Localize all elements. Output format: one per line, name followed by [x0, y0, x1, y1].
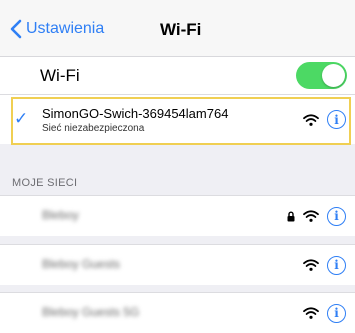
list-item[interactable]: Bleboy i	[0, 195, 355, 236]
list-item[interactable]: Bleboy Guests 5G i	[0, 292, 355, 333]
back-label: Ustawienia	[26, 20, 105, 37]
info-icon[interactable]: i	[327, 206, 346, 226]
network-name: Bleboy Guests	[42, 257, 121, 271]
info-icon[interactable]: i	[327, 255, 346, 275]
switch-knob	[322, 64, 345, 87]
wifi-toggle-row: Wi-Fi	[0, 57, 355, 95]
checkmark-icon: ✓	[14, 109, 29, 128]
back-button[interactable]: Ustawienia	[10, 17, 104, 41]
network-name: Bleboy Guests 5G	[42, 305, 140, 319]
wifi-signal-icon	[303, 259, 319, 271]
wifi-signal-icon	[303, 210, 319, 222]
info-icon[interactable]: i	[327, 110, 346, 129]
info-icon[interactable]: i	[327, 303, 346, 323]
chevron-left-icon	[10, 19, 22, 39]
current-network-status: Sieć niezabezpieczona	[42, 123, 145, 134]
section-header: MOJE SIECI	[12, 177, 78, 189]
list-item[interactable]: Bleboy Guests i	[0, 244, 355, 285]
lock-icon	[287, 211, 295, 221]
page-title: Wi-Fi	[160, 20, 202, 39]
current-network-name: SimonGO-Swich-369454lam764	[42, 106, 229, 121]
wifi-toggle-label: Wi-Fi	[40, 66, 80, 85]
current-network-row[interactable]: ✓ SimonGO-Swich-369454lam764 Sieć niezab…	[0, 95, 355, 144]
navigation-bar: Ustawienia Wi-Fi	[0, 0, 355, 57]
network-name: Bleboy	[42, 208, 79, 222]
wifi-signal-icon	[303, 307, 319, 319]
wifi-toggle-switch[interactable]	[296, 62, 347, 89]
wifi-signal-icon	[303, 113, 319, 126]
